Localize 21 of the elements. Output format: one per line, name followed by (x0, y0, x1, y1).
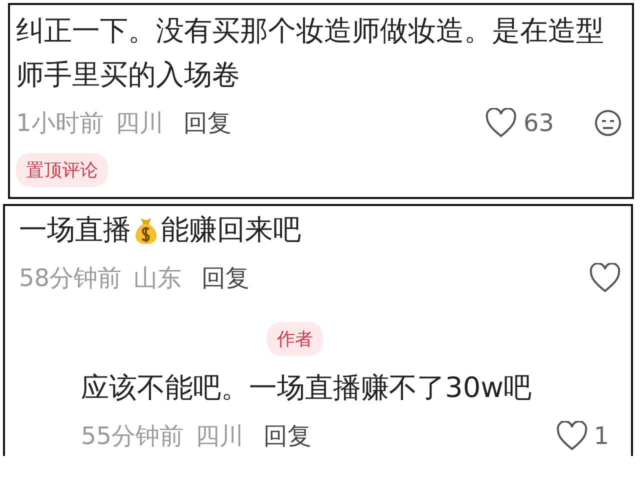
face-icon[interactable] (594, 109, 622, 137)
comment-time: 1小时前 (16, 108, 104, 139)
heart-icon[interactable] (589, 263, 621, 293)
pinned-tag: 置顶评论 (16, 153, 108, 187)
comment-text: 一场直播 (19, 212, 131, 248)
reply-link[interactable]: 回复 (183, 107, 232, 139)
like-count: 63 (523, 109, 554, 137)
comment-time: 55分钟前 (81, 421, 184, 452)
comment-location: 四川 (196, 421, 244, 452)
comment-location: 山东 (134, 263, 182, 294)
reply-link[interactable]: 回复 (264, 420, 312, 452)
author-tag: 作者 (267, 322, 323, 356)
comment-time: 58分钟前 (19, 263, 122, 294)
reply-link[interactable]: 回复 (202, 262, 250, 294)
heart-icon[interactable] (556, 421, 588, 451)
comment-text: 能赚回来吧 (161, 212, 301, 248)
heart-icon[interactable] (485, 108, 518, 138)
comment-location: 四川 (115, 108, 164, 139)
like-count: 1 (594, 422, 609, 450)
reply-text: 应该不能吧。一场直播赚不了30w吧 (81, 370, 533, 406)
comment-text: 纠正一下。没有买那个妆造师做妆造。是在造型师手里买的入场卷 (16, 13, 605, 93)
